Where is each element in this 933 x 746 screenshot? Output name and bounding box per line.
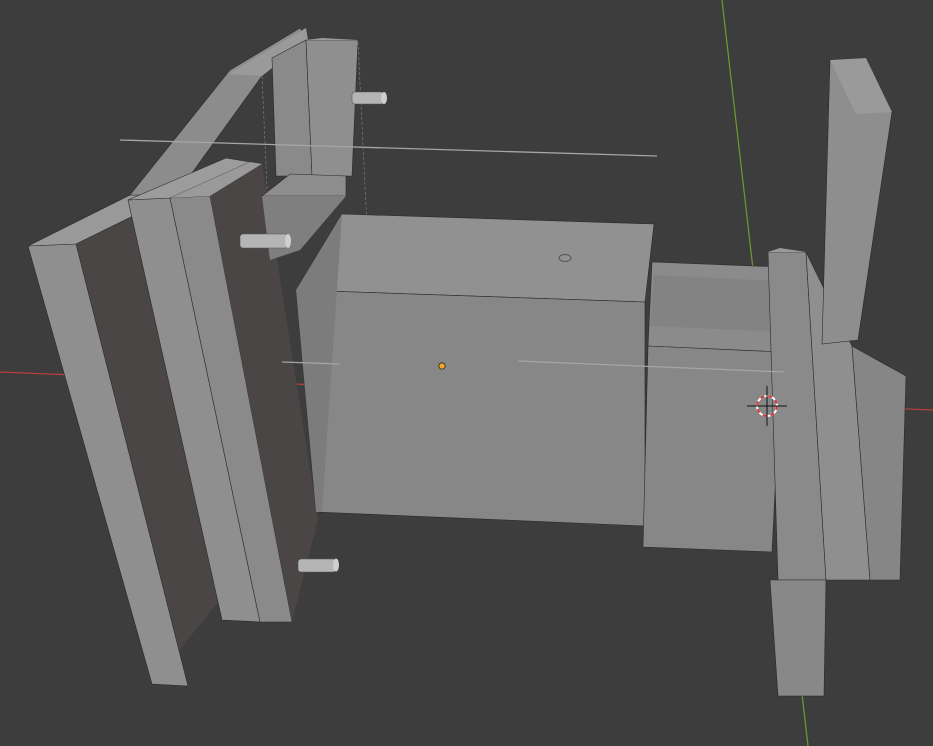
main-center-block[interactable] [295,213,655,527]
object-origin-icon[interactable] [438,362,446,370]
pin-bottom[interactable] [297,558,339,573]
pin-middle[interactable] [239,233,291,249]
pin-top[interactable] [351,91,387,105]
3d-viewport[interactable] [0,0,933,746]
right-bottom-post[interactable] [769,579,827,697]
